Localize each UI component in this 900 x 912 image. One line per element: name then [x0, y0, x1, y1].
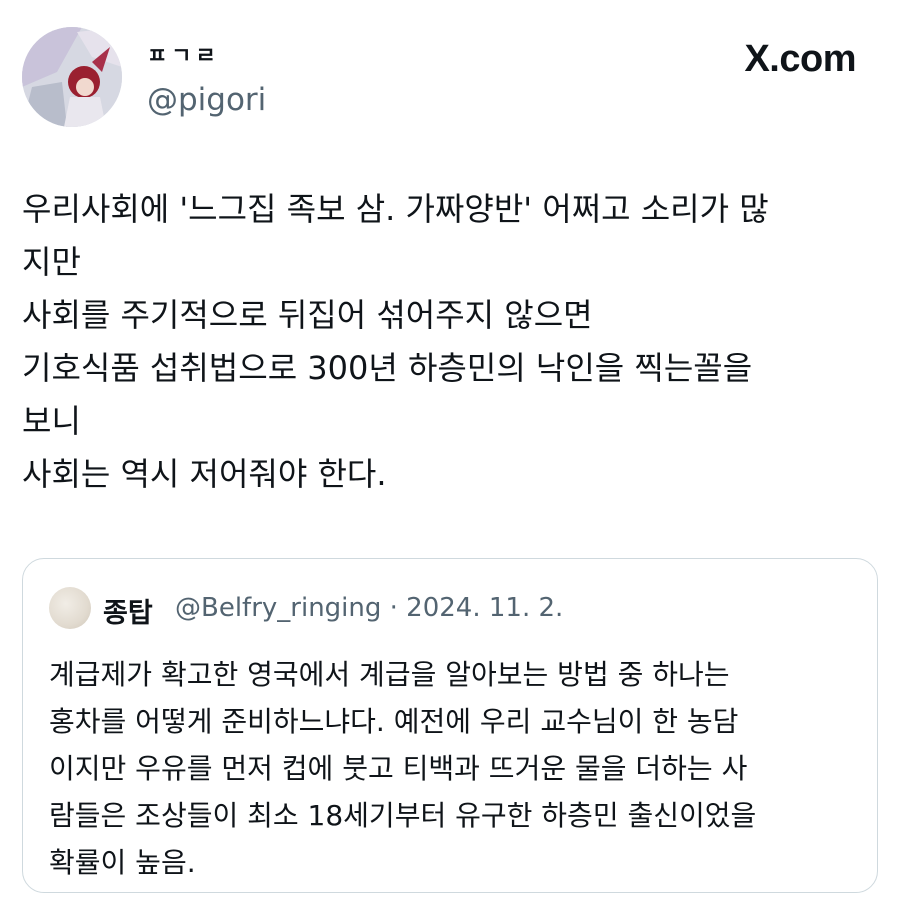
tweet-line: 사회를 주기적으로 뒤집어 섞어주지 않으면	[22, 296, 593, 334]
tweet-line: 지만	[22, 243, 81, 281]
quoted-tweet-text: 계급제가 확고한 영국에서 계급을 알아보는 방법 중 하나는 홍차를 어떻게 …	[49, 651, 859, 886]
quoted-line: 람들은 조상들이 최소 18세기부터 유구한 하층민 출신이었을	[49, 799, 757, 832]
user-handle[interactable]: @pigori	[147, 82, 266, 118]
paper-texture-avatar-icon[interactable]	[49, 587, 91, 629]
quoted-tweet-card[interactable]: 종탑 @Belfry_ringing · 2024. 11. 2. 계급제가 확…	[22, 558, 878, 893]
x-logo: X.com	[744, 38, 856, 80]
anime-character-avatar-icon	[22, 27, 122, 127]
tweet-line: 보니	[22, 402, 81, 440]
quoted-line: 확률이 높음.	[49, 846, 196, 879]
tweet-line: 사회는 역시 저어줘야 한다.	[22, 455, 387, 493]
tweet-line: 우리사회에 '느그집 족보 삼. 가짜양반' 어쩌고 소리가 많	[22, 190, 769, 228]
display-name[interactable]: ㅍㄱㄹ	[147, 38, 220, 70]
quoted-line: 이지만 우유를 먼저 컵에 붓고 티백과 뜨거운 물을 더하는 사	[49, 752, 748, 785]
quoted-display-name[interactable]: 종탑	[103, 591, 153, 630]
quoted-line: 홍차를 어떻게 준비하느냐다. 예전에 우리 교수님이 한 농담	[49, 705, 739, 738]
tweet-text: 우리사회에 '느그집 족보 삼. 가짜양반' 어쩌고 소리가 많 지만 사회를 …	[22, 183, 872, 501]
tweet-line: 기호식품 섭취법으로 300년 하층민의 낙인을 찍는꼴을	[22, 349, 753, 387]
quoted-line: 계급제가 확고한 영국에서 계급을 알아보는 방법 중 하나는	[49, 658, 730, 691]
quoted-handle-date[interactable]: @Belfry_ringing · 2024. 11. 2.	[175, 593, 563, 623]
profile-avatar[interactable]	[22, 27, 122, 127]
